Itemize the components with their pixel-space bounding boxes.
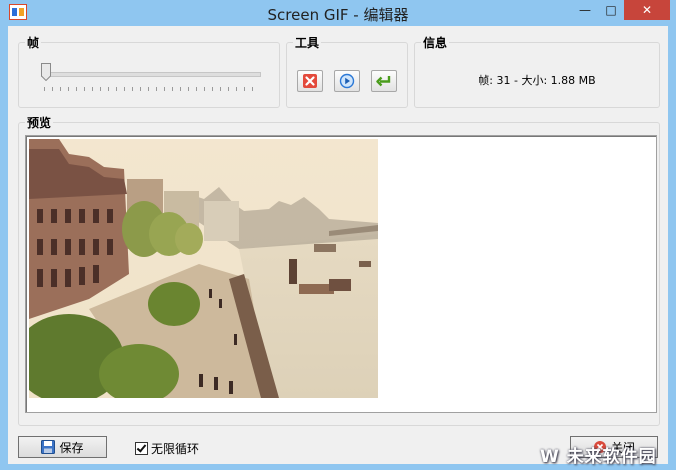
infinite-loop-checkbox[interactable]: 无限循环 — [135, 440, 199, 457]
close-window-button[interactable]: ✕ — [624, 0, 670, 20]
maximize-button[interactable]: □ — [598, 0, 624, 20]
play-circle-icon — [339, 73, 355, 89]
info-group: 信息 帧: 31 - 大小: 1.88 MB — [414, 34, 660, 108]
red-x-icon — [303, 74, 317, 88]
info-group-label: 信息 — [421, 34, 450, 51]
frame-group-label: 帧 — [25, 34, 42, 51]
preview-group-label: 预览 — [25, 114, 54, 131]
frame-slider-track[interactable] — [41, 72, 261, 77]
save-button[interactable]: 保存 — [18, 436, 107, 458]
tools-group: 工具 — [286, 34, 408, 108]
title-bar: Screen GIF - 编辑器 — □ ✕ — [0, 0, 676, 26]
save-button-label: 保存 — [59, 440, 84, 455]
play-button[interactable] — [334, 70, 360, 92]
floppy-disk-icon — [41, 440, 56, 454]
frame-group: 帧 — [18, 34, 280, 108]
preview-area — [25, 135, 657, 413]
loop-checkbox-box[interactable] — [135, 442, 148, 455]
delete-frame-button[interactable] — [297, 70, 323, 92]
minimize-button[interactable]: — — [572, 0, 598, 20]
loop-checkbox-label: 无限循环 — [151, 442, 200, 456]
watermark-logo: W 未来软件园 — [540, 447, 657, 467]
tools-group-label: 工具 — [293, 34, 322, 51]
frame-slider-thumb[interactable] — [41, 63, 51, 81]
preview-image — [29, 139, 378, 398]
info-text: 帧: 31 - 大小: 1.88 MB — [478, 74, 596, 87]
green-return-arrow-icon — [376, 76, 391, 87]
preview-group: 预览 — [18, 114, 660, 426]
loop-button[interactable] — [371, 70, 397, 92]
frame-slider-ticks — [44, 87, 256, 91]
editor-panel: 帧 工具 信息 帧: 31 - 大小: 1.88 MB 预览 保存 无限循环 关… — [8, 26, 668, 467]
